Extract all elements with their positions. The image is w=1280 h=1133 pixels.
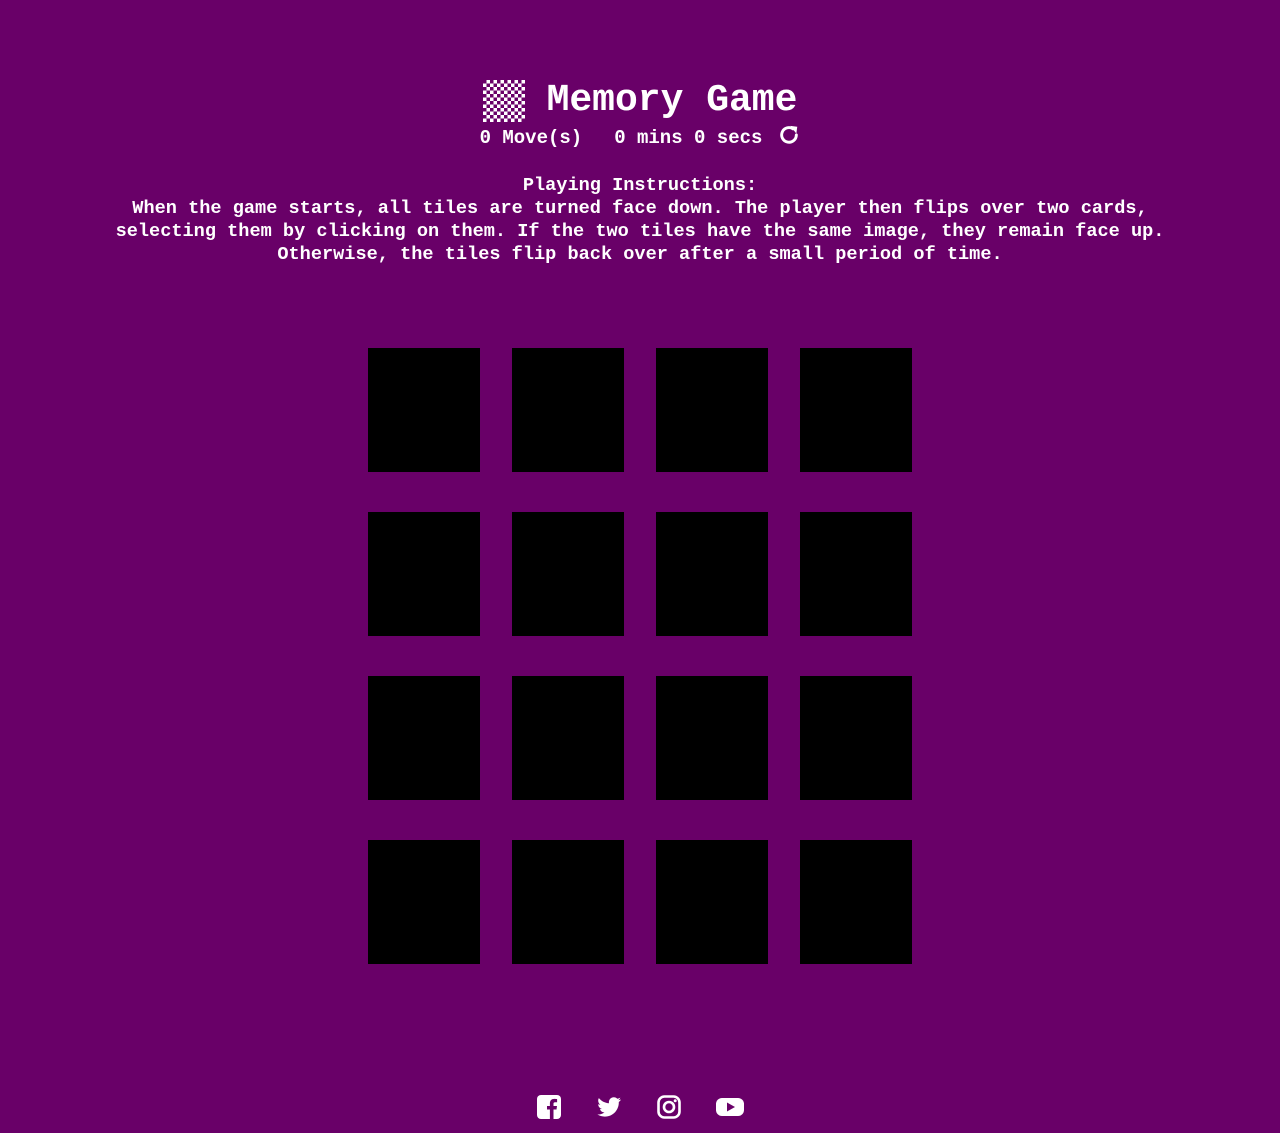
card-face-down[interactable]	[368, 840, 480, 964]
instructions-line: Otherwise, the tiles flip back over afte…	[277, 244, 1003, 265]
instructions: Playing Instructions: When the game star…	[0, 174, 1280, 266]
card-face-down[interactable]	[656, 512, 768, 636]
instagram-icon[interactable]	[655, 1094, 683, 1120]
twitter-icon[interactable]	[595, 1094, 623, 1120]
card-face-down[interactable]	[368, 676, 480, 800]
facebook-icon[interactable]	[535, 1094, 563, 1120]
checkerboard-icon	[482, 80, 525, 122]
card-face-down[interactable]	[512, 348, 624, 472]
youtube-icon[interactable]	[715, 1094, 745, 1120]
social-footer	[0, 1094, 1280, 1120]
card-face-down[interactable]	[368, 348, 480, 472]
card-face-down[interactable]	[512, 512, 624, 636]
instructions-heading: Playing Instructions:	[522, 175, 758, 196]
redo-icon[interactable]	[778, 124, 800, 146]
game-board	[368, 348, 912, 964]
card-face-down[interactable]	[368, 512, 480, 636]
instructions-line: selecting them by clicking on them. If t…	[115, 221, 1165, 242]
card-face-down[interactable]	[656, 348, 768, 472]
instructions-line: When the game starts, all tiles are turn…	[132, 198, 1148, 219]
card-face-down[interactable]	[800, 676, 912, 800]
score-panel: 0 Move(s) 0 mins 0 secs	[0, 124, 1280, 150]
card-face-down[interactable]	[656, 676, 768, 800]
card-face-down[interactable]	[512, 676, 624, 800]
page-title: Memory Game	[546, 79, 798, 122]
card-face-down[interactable]	[800, 840, 912, 964]
title-row: Memory Game	[0, 78, 1280, 124]
header: Memory Game 0 Move(s) 0 mins 0 secs	[0, 78, 1280, 150]
move-counter: 0 Move(s)	[479, 127, 583, 149]
card-face-down[interactable]	[800, 512, 912, 636]
timer: 0 mins 0 secs	[614, 127, 763, 149]
card-face-down[interactable]	[656, 840, 768, 964]
card-face-down[interactable]	[800, 348, 912, 472]
card-face-down[interactable]	[512, 840, 624, 964]
